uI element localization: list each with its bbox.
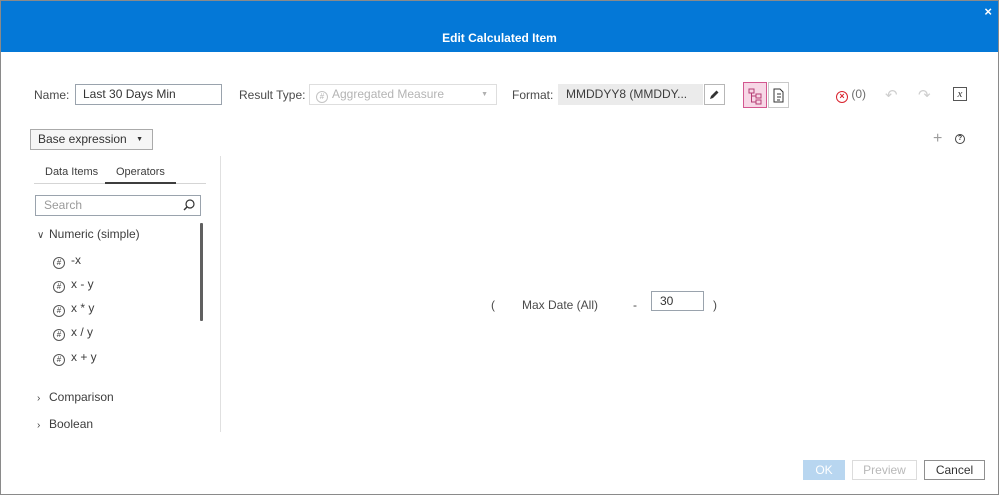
group-comparison[interactable]: › Comparison [37,390,114,404]
group-boolean[interactable]: › Boolean [37,417,93,431]
chevron-right-icon: › [37,420,41,431]
operator-divide[interactable]: # x / y [53,325,93,341]
tab-data-items[interactable]: Data Items [45,166,98,178]
undo-icon[interactable]: ↶ [885,86,898,104]
numeric-icon: # [53,281,65,293]
operator-negate[interactable]: # -x [53,253,81,269]
numeric-icon: # [53,305,65,317]
visual-mode-toggle-icon[interactable] [743,82,767,108]
preview-button[interactable]: Preview [852,460,917,480]
add-icon[interactable]: + [933,130,942,148]
edit-calculated-item-dialog: Edit Calculated Item × Name: Last 30 Day… [0,0,999,495]
error-count: (0) [851,87,867,101]
tab-operators[interactable]: Operators [105,166,176,184]
expression-operator[interactable]: - [633,298,637,312]
search-placeholder: Search [44,198,83,212]
text-mode-toggle-icon[interactable] [768,82,789,108]
scrollbar[interactable] [200,223,203,321]
base-expression-select[interactable]: Base expression ▼ [30,129,153,150]
redo-icon[interactable]: ↷ [918,86,931,104]
search-input[interactable]: Search [35,195,201,216]
group-label: Comparison [49,390,114,404]
operator-multiply[interactable]: # x * y [53,301,94,317]
dialog-title: Edit Calculated Item [442,31,557,45]
operator-subtract[interactable]: # x - y [53,277,94,293]
chevron-down-icon: ▼ [136,136,143,143]
expression-value-input[interactable]: 30 [651,291,704,311]
group-label: Numeric (simple) [49,227,140,241]
operator-label: x * y [71,301,95,315]
chevron-right-icon: › [37,393,41,404]
measure-icon: # [316,91,328,103]
operator-add[interactable]: # x + y [53,350,97,366]
format-label: Format: [512,88,554,102]
format-value: MMDDYY8 (MMDDY... [558,84,703,105]
close-paren[interactable]: ) [713,298,717,312]
group-label: Boolean [49,417,94,431]
operator-label: x + y [71,350,97,364]
group-numeric-simple[interactable]: ∨ Numeric (simple) [37,227,140,241]
help-icon[interactable]: ? [955,134,965,144]
title-bar: Edit Calculated Item × [1,1,998,52]
operator-label: x / y [71,325,94,339]
panel-divider [220,156,221,432]
operator-label: -x [71,253,81,267]
numeric-icon: # [53,329,65,341]
operator-label: x - y [71,277,94,291]
error-icon: × [836,91,848,103]
close-icon[interactable]: × [984,5,992,19]
cancel-button[interactable]: Cancel [924,460,985,480]
name-label: Name: [34,88,70,102]
ok-button[interactable]: OK [803,460,845,480]
base-expression-label: Base expression [38,132,127,146]
error-counter[interactable]: × (0) [836,87,866,103]
function-icon[interactable]: x [953,87,967,101]
pencil-icon[interactable] [704,84,725,105]
result-type-select[interactable]: # Aggregated Measure ▼ [309,84,497,105]
result-type-label: Result Type: [239,88,306,102]
chevron-down-icon: ∨ [37,230,45,241]
result-type-value: Aggregated Measure [332,87,445,101]
numeric-icon: # [53,354,65,366]
search-icon [183,199,195,211]
open-paren[interactable]: ( [491,298,495,312]
numeric-icon: # [53,257,65,269]
chevron-down-icon: ▼ [481,91,488,98]
expression-item[interactable]: Max Date (All) [522,298,598,312]
name-input[interactable]: Last 30 Days Min [75,84,222,105]
